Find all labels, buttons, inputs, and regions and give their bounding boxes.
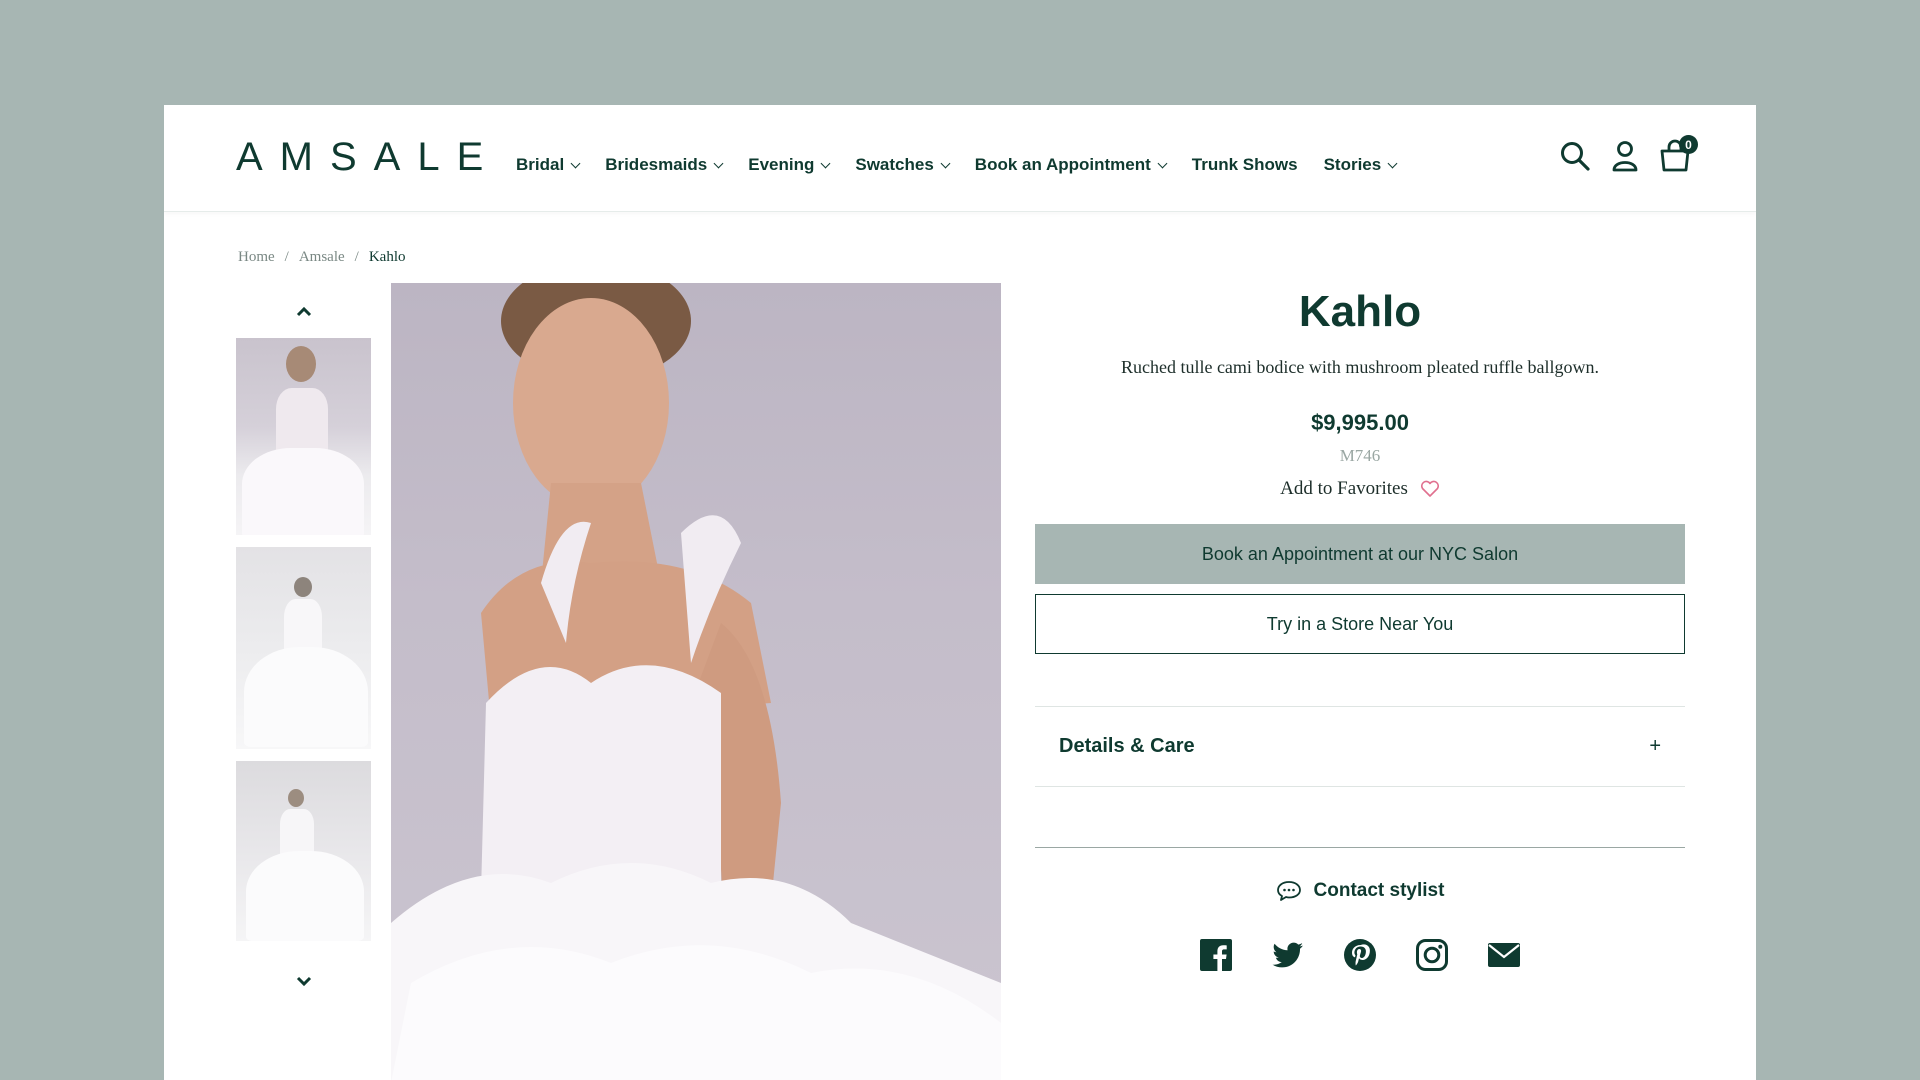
product-description: Ruched tulle cami bodice with mushroom p… xyxy=(1120,357,1600,377)
breadcrumb-current: Kahlo xyxy=(368,249,406,265)
site-header: AMSALE Bridal Bridesmaids Evening Swatch… xyxy=(164,105,1756,212)
nav-label: Bridesmaids xyxy=(605,155,708,174)
model-photo xyxy=(391,283,1001,1080)
nav-item-bridal[interactable]: Bridal xyxy=(516,155,581,175)
divider xyxy=(1035,847,1685,848)
chevron-down-icon xyxy=(1157,158,1168,168)
product-info: Kahlo Ruched tulle cami bodice with mush… xyxy=(1035,283,1685,972)
pinterest-icon[interactable] xyxy=(1343,938,1377,972)
breadcrumb-separator: / xyxy=(284,249,289,265)
nav-label: Book an Appointment xyxy=(974,155,1151,174)
breadcrumb-separator: / xyxy=(354,249,359,265)
thumbnail-front-view[interactable] xyxy=(236,338,371,535)
chevron-down-icon xyxy=(1387,158,1398,168)
breadcrumb: Home / Amsale / Kahlo xyxy=(238,249,406,266)
try-in-store-button[interactable]: Try in a Store Near You xyxy=(1035,594,1685,654)
chevron-up-icon xyxy=(296,306,311,316)
nav-label: Swatches xyxy=(855,155,934,174)
product-sku: M746 xyxy=(1339,446,1381,465)
account-icon[interactable] xyxy=(1608,139,1642,173)
cart-count-badge: 0 xyxy=(1679,135,1698,154)
chat-bubble-icon xyxy=(1276,881,1301,901)
thumbnail-next-button[interactable] xyxy=(236,953,371,1008)
breadcrumb-home[interactable]: Home xyxy=(238,249,275,266)
contact-label: Contact stylist xyxy=(1313,880,1445,901)
search-icon[interactable] xyxy=(1558,139,1592,173)
product-title: Kahlo xyxy=(1298,287,1422,336)
social-share xyxy=(1035,938,1685,972)
chevron-down-icon xyxy=(940,158,951,168)
page-window: AMSALE Bridal Bridesmaids Evening Swatch… xyxy=(164,105,1756,1080)
nav-item-evening[interactable]: Evening xyxy=(748,155,831,175)
cart-icon[interactable]: 0 xyxy=(1658,135,1698,173)
accordion-label: Details & Care xyxy=(1059,735,1195,757)
nav-item-stories[interactable]: Stories xyxy=(1323,155,1398,175)
thumbnail-carousel xyxy=(236,283,371,993)
header-actions: 0 xyxy=(1542,135,1698,173)
chevron-down-icon xyxy=(296,976,311,986)
facebook-icon[interactable] xyxy=(1199,938,1233,972)
product-price: $9,995.00 xyxy=(1311,410,1409,435)
plus-icon: + xyxy=(1649,735,1661,757)
chevron-down-icon xyxy=(713,158,724,168)
nav-label: Bridal xyxy=(516,155,565,174)
twitter-icon[interactable] xyxy=(1271,938,1305,972)
thumbnail-prev-button[interactable] xyxy=(236,283,371,338)
favorites-label: Add to Favorites xyxy=(1280,478,1408,499)
chevron-down-icon xyxy=(820,158,831,168)
email-icon[interactable] xyxy=(1487,938,1521,972)
nav-label: Trunk Shows xyxy=(1191,155,1298,174)
thumbnail-full-length-view[interactable] xyxy=(236,761,371,941)
instagram-icon[interactable] xyxy=(1415,938,1449,972)
heart-icon xyxy=(1420,480,1439,497)
nav-item-bridesmaids[interactable]: Bridesmaids xyxy=(605,155,724,175)
thumbnail-back-view[interactable] xyxy=(236,547,371,749)
nav-item-trunk-shows[interactable]: Trunk Shows xyxy=(1192,155,1298,175)
brand-logo[interactable]: AMSALE xyxy=(236,135,500,180)
nav-label: Stories xyxy=(1323,155,1382,174)
details-care-accordion[interactable]: Details & Care + xyxy=(1035,706,1685,787)
main-product-image[interactable] xyxy=(391,283,1001,1080)
contact-stylist-button[interactable]: Contact stylist xyxy=(1035,880,1685,902)
nav-item-swatches[interactable]: Swatches xyxy=(855,155,951,175)
chevron-down-icon xyxy=(570,158,581,168)
main-nav: Bridal Bridesmaids Evening Swatches Book… xyxy=(516,155,1422,175)
add-to-favorites-button[interactable]: Add to Favorites xyxy=(1035,478,1685,500)
book-appointment-button[interactable]: Book an Appointment at our NYC Salon xyxy=(1035,524,1685,584)
breadcrumb-amsale[interactable]: Amsale xyxy=(299,249,345,266)
nav-label: Evening xyxy=(748,155,815,174)
nav-item-book-appointment[interactable]: Book an Appointment xyxy=(974,155,1168,175)
